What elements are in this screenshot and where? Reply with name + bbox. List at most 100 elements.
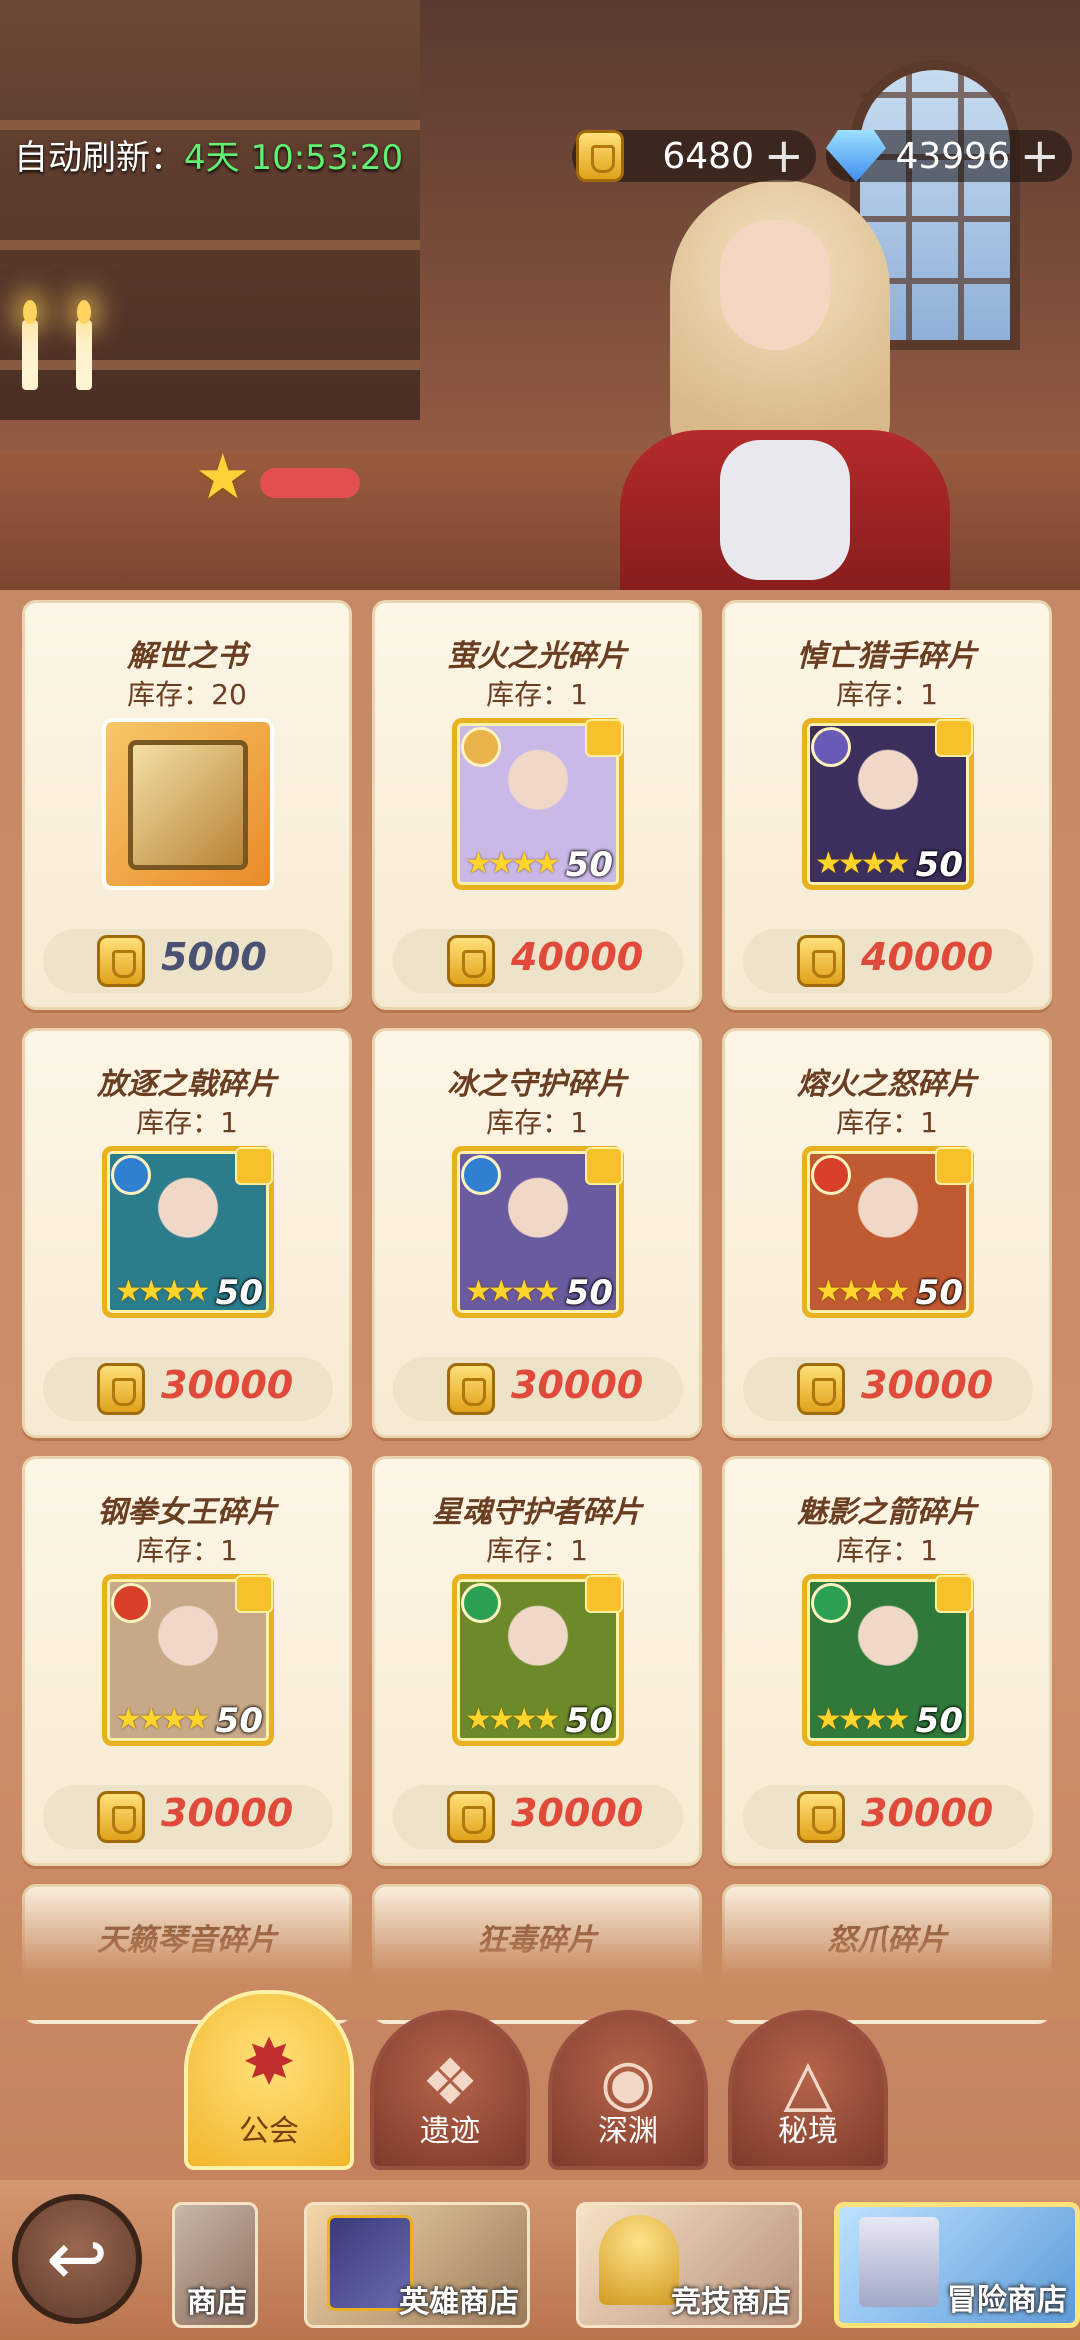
shop-item-card[interactable]: 钢拳女王碎片 库存：1 ★★★★ 50 30000 [22, 1456, 352, 1866]
hero-fragment-portrait: ★★★★ 50 [802, 1574, 974, 1746]
shop-keeper-scene: ★ [0, 0, 1080, 600]
shop-label: 商店 [187, 2285, 247, 2320]
shop-item-card[interactable]: 萤火之光碎片 库存：1 ★★★★ 50 40000 [372, 600, 702, 1010]
tab-label: 公会 [239, 2114, 299, 2149]
item-stock: 库存：1 [836, 1106, 938, 1139]
partial-shop-button[interactable]: 商店 [172, 2202, 258, 2328]
hero-fragment-portrait: ★★★★ 50 [452, 718, 624, 890]
hero-shop-button[interactable]: 英雄商店 [304, 2202, 530, 2328]
price-amount: 40000 [511, 935, 644, 979]
item-stock: 库存：20 [127, 678, 247, 711]
gold-coin-icon [97, 1363, 145, 1415]
item-name: 萤火之光碎片 [447, 639, 627, 674]
gold-coin-icon [447, 1363, 495, 1415]
hero-level: 50 [215, 1273, 263, 1313]
item-name: 放逐之戟碎片 [97, 1067, 277, 1102]
guild-banner-icon: ✸ [242, 2026, 296, 2100]
refresh-countdown: 4天 10:53:20 [184, 138, 404, 178]
item-stock: 库存：1 [486, 678, 588, 711]
price-button[interactable]: 30000 [743, 1357, 1033, 1421]
tab-secret-realm[interactable]: △ 秘境 [728, 2010, 888, 2170]
back-arrow-icon: ↩ [45, 2216, 108, 2302]
fragment-puzzle-icon [235, 1147, 273, 1185]
fragment-puzzle-icon [585, 1575, 623, 1613]
shop-category-tabs: ✸ 公会 ❖ 遗迹 ◉ 深渊 △ 秘境 [0, 1990, 1080, 2170]
star-rating: ★★★★ [115, 1274, 211, 1309]
gold-coin-icon [97, 1791, 145, 1843]
star-rating: ★★★★ [815, 1274, 911, 1309]
price-button[interactable]: 30000 [743, 1785, 1033, 1849]
hero-fragment-portrait: ★★★★ 50 [102, 1146, 274, 1318]
faction-badge-icon [111, 1583, 151, 1623]
price-button[interactable]: 30000 [393, 1357, 683, 1421]
faction-badge-icon [811, 1583, 851, 1623]
price-amount: 30000 [861, 1363, 994, 1407]
adventure-shop-button[interactable]: 冒险商店 [834, 2202, 1080, 2328]
price-button[interactable]: 30000 [393, 1785, 683, 1849]
top-bar: 自动刷新：4天 10:53:20 6480 + 43996 + [0, 130, 1080, 190]
trophy-icon [599, 2215, 679, 2305]
hero-fragment-portrait: ★★★★ 50 [452, 1574, 624, 1746]
gold-currency: 6480 + [572, 130, 816, 182]
castle-gate-icon [859, 2217, 939, 2307]
star-rating: ★★★★ [815, 1702, 911, 1737]
item-stock: 库存：1 [486, 1106, 588, 1139]
faction-badge-icon [111, 1155, 151, 1195]
price-button[interactable]: 40000 [393, 929, 683, 993]
fragment-puzzle-icon [585, 1147, 623, 1185]
tab-label: 秘境 [778, 2114, 838, 2149]
price-button[interactable]: 5000 [43, 929, 333, 993]
gold-coin-icon [447, 1791, 495, 1843]
shop-item-card[interactable]: 熔火之怒碎片 库存：1 ★★★★ 50 30000 [722, 1028, 1052, 1438]
shop-item-card[interactable]: 解世之书库存：20 5000 [22, 600, 352, 1010]
refresh-label: 自动刷新： [14, 138, 184, 178]
faction-badge-icon [461, 1583, 501, 1623]
shop-item-card[interactable]: 魅影之箭碎片 库存：1 ★★★★ 50 30000 [722, 1456, 1052, 1866]
price-amount: 30000 [161, 1363, 294, 1407]
hero-level: 50 [915, 1701, 963, 1741]
price-amount: 5000 [161, 935, 267, 979]
back-button[interactable]: ↩ [12, 2194, 142, 2324]
star-rating: ★★★★ [815, 846, 911, 881]
star-rating: ★★★★ [115, 1702, 211, 1737]
add-gold-button[interactable]: + [764, 130, 804, 182]
price-button[interactable]: 30000 [43, 1785, 333, 1849]
price-button[interactable]: 40000 [743, 929, 1033, 993]
price-amount: 40000 [861, 935, 994, 979]
item-name: 冰之守护碎片 [447, 1067, 627, 1102]
fragment-puzzle-icon [935, 1575, 973, 1613]
hero-level: 50 [915, 1273, 963, 1313]
fragment-puzzle-icon [935, 1147, 973, 1185]
hero-fragment-portrait: ★★★★ 50 [802, 1146, 974, 1318]
tab-label: 遗迹 [420, 2114, 480, 2149]
price-amount: 30000 [861, 1791, 994, 1835]
price-button[interactable]: 30000 [43, 1357, 333, 1421]
arena-shop-button[interactable]: 竞技商店 [576, 2202, 802, 2328]
gem-currency: 43996 + [826, 130, 1072, 182]
scroll-ornament [260, 468, 360, 498]
add-gem-button[interactable]: + [1020, 130, 1060, 182]
item-stock: 库存：1 [836, 1534, 938, 1567]
shop-item-card[interactable]: 冰之守护碎片 库存：1 ★★★★ 50 30000 [372, 1028, 702, 1438]
hero-fragment-portrait: ★★★★ 50 [802, 718, 974, 890]
gold-coin-icon [97, 935, 145, 987]
shop-item-card[interactable]: 放逐之戟碎片 库存：1 ★★★★ 50 30000 [22, 1028, 352, 1438]
bookshelf [0, 0, 420, 420]
gold-coin-icon [797, 1363, 845, 1415]
item-name: 钢拳女王碎片 [97, 1495, 277, 1530]
gold-coin-icon [447, 935, 495, 987]
item-name: 解世之书 [127, 639, 247, 674]
item-stock: 库存：1 [136, 1534, 238, 1567]
item-name: 熔火之怒碎片 [797, 1067, 977, 1102]
tab-label: 深渊 [598, 2114, 658, 2149]
shop-item-card[interactable]: 悼亡猎手碎片 库存：1 ★★★★ 50 40000 [722, 600, 1052, 1010]
price-amount: 30000 [511, 1363, 644, 1407]
shop-item-card[interactable]: 星魂守护者碎片 库存：1 ★★★★ 50 30000 [372, 1456, 702, 1866]
auto-refresh-timer: 自动刷新：4天 10:53:20 [14, 130, 403, 179]
tab-guild[interactable]: ✸ 公会 [184, 1990, 354, 2170]
tab-abyss[interactable]: ◉ 深渊 [548, 2010, 708, 2170]
tab-relic[interactable]: ❖ 遗迹 [370, 2010, 530, 2170]
fragment-puzzle-icon [235, 1575, 273, 1613]
hero-level: 50 [565, 1273, 613, 1313]
hero-level: 50 [565, 845, 613, 885]
